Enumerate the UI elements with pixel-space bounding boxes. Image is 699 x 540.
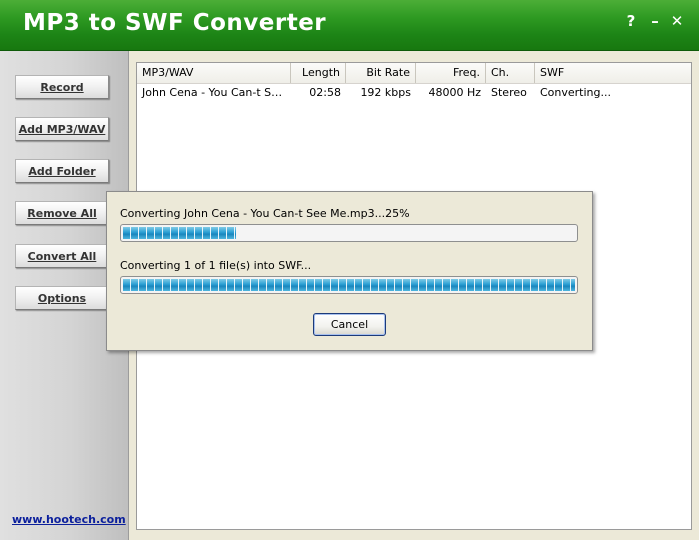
cell-file-name: John Cena - You Can-t See Me.mp3 (142, 86, 291, 99)
close-button[interactable]: ✕ (668, 12, 686, 30)
file-status-text: Converting John Cena - You Can-t See Me.… (120, 207, 410, 220)
help-button[interactable]: ? (622, 12, 640, 30)
progress-dialog: Converting John Cena - You Can-t See Me.… (106, 191, 593, 351)
app-title: MP3 to SWF Converter (23, 10, 327, 36)
overall-progress-bar (120, 276, 578, 294)
website-link[interactable]: www.hootech.com (12, 513, 126, 526)
convert-all-button[interactable]: Convert All (15, 244, 109, 268)
column-mp3-wav[interactable]: MP3/WAV (137, 63, 291, 83)
file-progress-fill (123, 227, 236, 239)
overall-status-text: Converting 1 of 1 file(s) into SWF... (120, 259, 312, 272)
title-bar[interactable]: MP3 to SWF Converter ? – ✕ (0, 0, 699, 51)
add-folder-button[interactable]: Add Folder (15, 159, 109, 183)
column-freq[interactable]: Freq. (416, 63, 486, 83)
app-window: MP3 to SWF Converter ? – ✕ Record Add MP… (0, 0, 699, 540)
cell-bit-rate: 192 kbps (360, 86, 411, 99)
minimize-button[interactable]: – (646, 12, 664, 30)
add-mp3-wav-button[interactable]: Add MP3/WAV (15, 117, 109, 141)
list-header: MP3/WAV Length Bit Rate Freq. Ch. SWF (137, 63, 691, 84)
column-swf[interactable]: SWF (535, 63, 690, 83)
remove-all-button[interactable]: Remove All (15, 201, 109, 225)
column-length[interactable]: Length (291, 63, 346, 83)
options-button[interactable]: Options (15, 286, 109, 310)
file-progress-bar (120, 224, 578, 242)
overall-progress-fill (123, 279, 575, 291)
record-button[interactable]: Record (15, 75, 109, 99)
column-bit-rate[interactable]: Bit Rate (346, 63, 416, 83)
cell-freq: 48000 Hz (428, 86, 481, 99)
cell-swf-status: Converting... (540, 86, 611, 99)
cancel-button[interactable]: Cancel (313, 313, 386, 336)
column-channels[interactable]: Ch. (486, 63, 535, 83)
cell-length: 02:58 (309, 86, 341, 99)
cell-channels: Stereo (491, 86, 527, 99)
